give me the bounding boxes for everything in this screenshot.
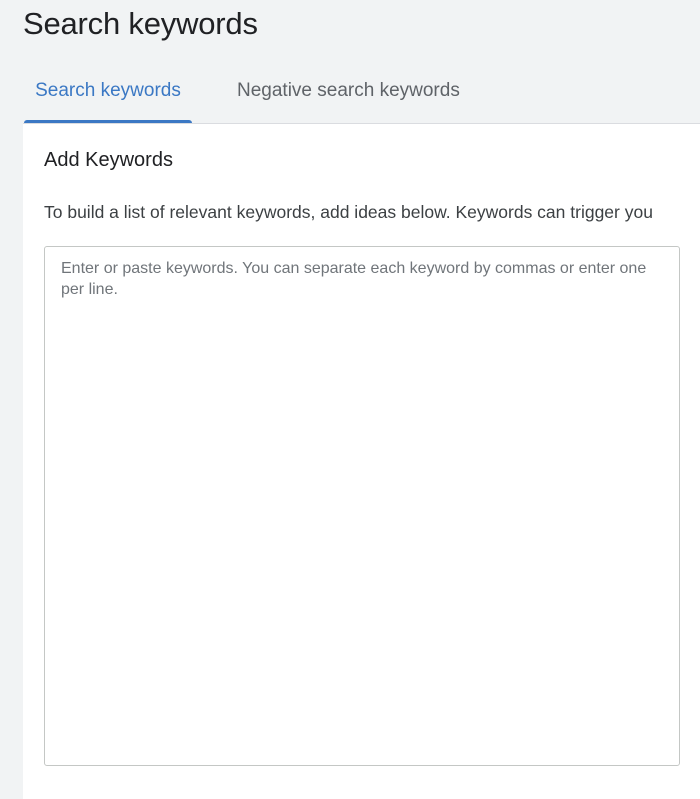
add-keywords-panel: Add Keywords To build a list of relevant… bbox=[23, 123, 700, 799]
tab-negative-search-keywords-label: Negative search keywords bbox=[237, 80, 460, 101]
page-title: Search keywords bbox=[23, 6, 258, 41]
section-description: To build a list of relevant keywords, ad… bbox=[44, 202, 653, 222]
tab-negative-search-keywords[interactable]: Negative search keywords bbox=[237, 80, 460, 123]
tab-search-keywords[interactable]: Search keywords bbox=[24, 80, 192, 123]
tab-search-keywords-label: Search keywords bbox=[35, 80, 181, 101]
keywords-input[interactable] bbox=[44, 246, 680, 766]
section-title: Add Keywords bbox=[44, 149, 173, 171]
